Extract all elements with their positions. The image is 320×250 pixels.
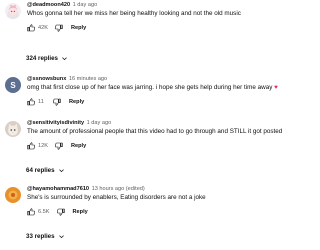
orange-avatar-icon	[5, 187, 21, 203]
comment-actions: 12K Reply	[27, 142, 296, 150]
thumbs-down-icon[interactable]	[56, 208, 65, 216]
reply-button[interactable]: Reply	[71, 143, 86, 149]
comment-body: @ssnowsbunx 16 minutes ago omg that firs…	[27, 76, 296, 106]
comment-4: @hayamohammad7610 13 hours ago (edited) …	[0, 186, 300, 248]
comment-1: @deadmoon420 1 day ago Whos gonna tell h…	[0, 2, 300, 62]
comment-author[interactable]: @ssnowsbunx	[27, 76, 66, 82]
comment-body: @deadmoon420 1 day ago Whos gonna tell h…	[27, 2, 296, 32]
replies-count: 324 replies	[26, 55, 58, 62]
heart-emoji: ♥	[274, 84, 278, 91]
comment-2: S @ssnowsbunx 16 minutes ago omg that fi…	[0, 76, 300, 111]
comment-body: @sensitivityisdivinity 1 day ago The amo…	[27, 120, 296, 150]
comment-text: She's is surrounded by enablers, Eating …	[27, 194, 206, 201]
replies-toggle[interactable]: 33 replies	[26, 233, 65, 240]
like-count: 11	[38, 99, 44, 105]
thumbs-down-icon[interactable]	[55, 24, 63, 32]
comment-time[interactable]: 13 hours ago (edited)	[92, 186, 145, 192]
comment-time[interactable]: 16 minutes ago	[69, 76, 107, 82]
comment-author[interactable]: @hayamohammad7610	[27, 186, 89, 192]
comment-time[interactable]: 1 day ago	[87, 120, 112, 126]
chevron-down-icon	[58, 167, 65, 174]
comment-text: omg that first close up of her face was …	[27, 84, 296, 92]
like-count: 6.5K	[38, 209, 50, 215]
comment-time[interactable]: 1 day ago	[73, 2, 98, 8]
comment-author[interactable]: @deadmoon420	[27, 2, 70, 8]
thumbs-up-icon[interactable]	[27, 98, 35, 106]
thumbs-up-icon[interactable]	[27, 142, 35, 150]
comment-text: Whos gonna tell her we miss her being he…	[27, 10, 241, 17]
reply-button[interactable]: Reply	[69, 99, 84, 105]
reply-button[interactable]: Reply	[73, 209, 88, 215]
replies-toggle[interactable]: 324 replies	[26, 55, 68, 62]
comment-author[interactable]: @sensitivityisdivinity	[27, 120, 84, 126]
comment-actions: 11 Reply	[27, 98, 296, 106]
thumbs-up-icon[interactable]	[27, 24, 35, 32]
avatar[interactable]	[5, 3, 21, 19]
chevron-down-icon	[61, 55, 68, 62]
cat-avatar-icon	[5, 121, 21, 137]
comment-meta: @ssnowsbunx 16 minutes ago	[27, 76, 296, 83]
reply-button[interactable]: Reply	[71, 25, 86, 31]
comment-meta: @deadmoon420 1 day ago	[27, 2, 296, 9]
comment-body: @hayamohammad7610 13 hours ago (edited) …	[27, 186, 296, 216]
comment-actions: 6.5K Reply	[27, 208, 296, 216]
comment-meta: @sensitivityisdivinity 1 day ago	[27, 120, 296, 127]
comment-3: @sensitivityisdivinity 1 day ago The amo…	[0, 120, 300, 180]
like-count: 12K	[38, 143, 48, 149]
like-count: 42K	[38, 25, 48, 31]
replies-toggle[interactable]: 64 replies	[26, 167, 65, 174]
avatar-letter: S	[10, 80, 16, 90]
thumbs-down-icon[interactable]	[53, 98, 61, 106]
thumbs-up-icon[interactable]	[27, 208, 35, 216]
avatar[interactable]: S	[5, 77, 21, 93]
thumbs-down-icon[interactable]	[55, 142, 63, 150]
avatar[interactable]	[5, 187, 21, 203]
comment-meta: @hayamohammad7610 13 hours ago (edited)	[27, 186, 296, 193]
comment-text-body: omg that first close up of her face was …	[27, 84, 273, 91]
anime-avatar-icon	[5, 3, 21, 19]
replies-count: 33 replies	[26, 233, 55, 240]
comment-text: The amount of professional people that t…	[27, 128, 283, 135]
comment-actions: 42K Reply	[27, 24, 296, 32]
replies-count: 64 replies	[26, 167, 55, 174]
avatar[interactable]	[5, 121, 21, 137]
chevron-down-icon	[58, 233, 65, 240]
